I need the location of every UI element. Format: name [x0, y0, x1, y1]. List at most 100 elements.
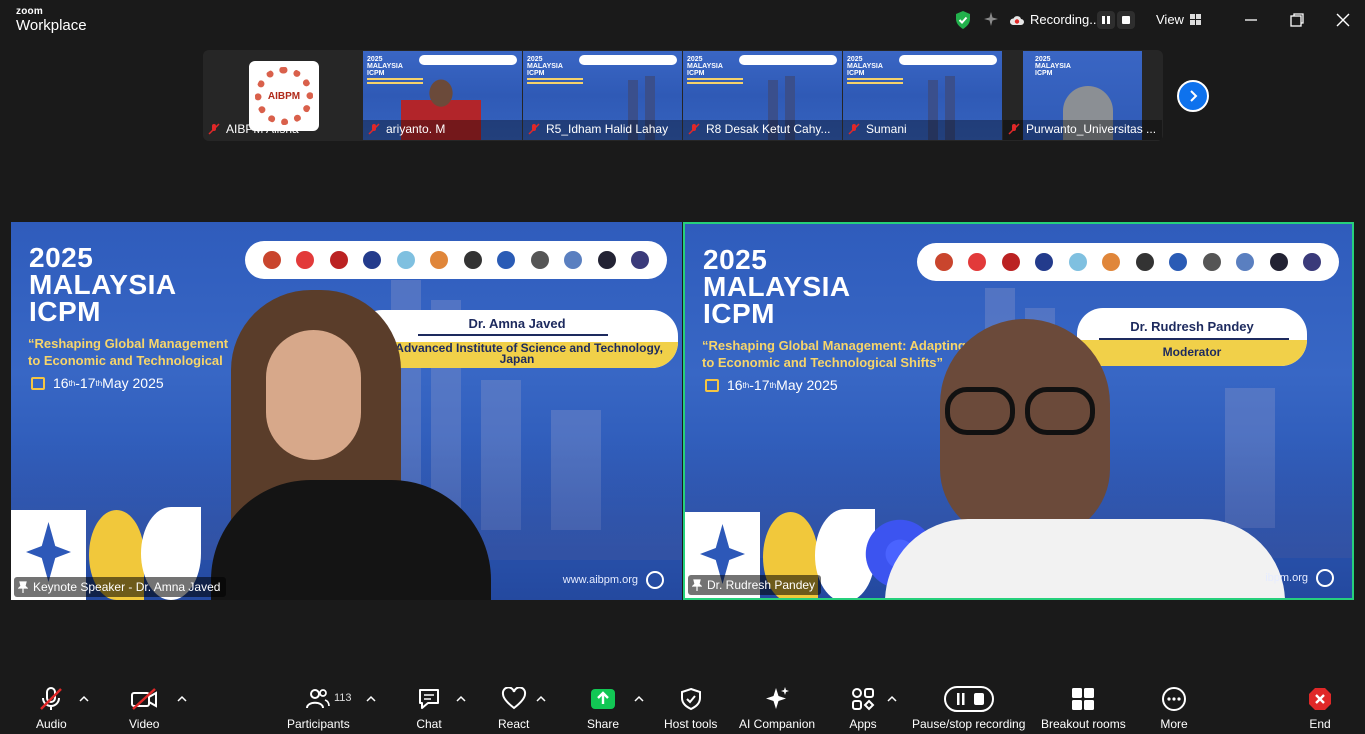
mic-muted-icon	[368, 123, 380, 135]
video-off-icon	[131, 688, 158, 710]
ai-companion-button[interactable]: AI Companion	[739, 686, 815, 731]
view-menu-button[interactable]: View	[1156, 12, 1202, 27]
breakout-rooms-button[interactable]: Breakout rooms	[1041, 686, 1126, 731]
apps-button[interactable]: Apps	[849, 686, 877, 731]
participant-thumbnail[interactable]: 2025 MALAYSIA ICPM Sumani	[843, 51, 1002, 140]
participant-thumbnail[interactable]: 2025 MALAYSIA ICPM R8 Desak Ketut Cahy...	[683, 51, 842, 140]
chevron-up-icon[interactable]	[634, 695, 644, 703]
chevron-up-icon[interactable]	[366, 695, 376, 703]
react-button[interactable]: React	[498, 686, 529, 731]
participant-name: R8 Desak Ketut Cahy...	[688, 122, 831, 136]
slide-title: 2025 MALAYSIA ICPM	[687, 56, 723, 77]
pause-stop-icon	[943, 686, 994, 712]
speaker-tile-active[interactable]: 2025 MALAYSIA ICPM Dr. Rudresh Pandey Mode…	[683, 222, 1354, 600]
share-button[interactable]: Share	[587, 686, 619, 731]
slide-logo-banner	[579, 55, 677, 65]
speaker-name-label: Dr. Rudresh Pandey	[688, 575, 822, 595]
event-dates: 16th - 17th May 2025	[31, 375, 164, 391]
grid-icon	[1189, 14, 1202, 25]
breakout-rooms-icon	[1072, 688, 1095, 710]
more-icon	[1162, 687, 1186, 711]
slide-theme-lines	[687, 78, 745, 88]
title-bar: zoom Workplace Recording... View	[0, 0, 1365, 42]
video-button[interactable]: Video	[129, 686, 159, 731]
next-page-button[interactable]	[1177, 80, 1209, 112]
calendar-icon	[705, 378, 719, 392]
chevron-up-icon[interactable]	[79, 695, 89, 703]
audio-button[interactable]: Audio	[36, 686, 67, 731]
website-url: www.aibpm.org	[562, 574, 638, 586]
brand-small: zoom	[16, 6, 43, 17]
slide-title: 2025 MALAYSIA ICPM	[703, 244, 851, 329]
slide-title: 2025 MALAYSIA ICPM	[527, 56, 563, 77]
sponsor-logos	[245, 241, 667, 279]
cloud-record-icon	[1010, 15, 1024, 25]
website-url: ibpm.org	[1265, 572, 1308, 584]
end-meeting-button[interactable]: End	[1306, 686, 1334, 731]
mic-muted-icon	[848, 123, 860, 135]
chat-button[interactable]: Chat	[415, 686, 443, 731]
participant-video	[191, 290, 491, 600]
slide-title: 2025 MALAYSIA ICPM	[29, 242, 177, 327]
mic-muted-icon	[40, 687, 63, 710]
pause-icon	[1102, 16, 1110, 24]
brand-name: Workplace	[16, 17, 87, 34]
app-logo: zoom Workplace	[16, 6, 87, 34]
chevron-up-icon[interactable]	[536, 695, 546, 703]
mic-muted-icon	[208, 123, 220, 135]
sponsor-logos	[917, 243, 1339, 281]
slide-logo-banner	[739, 55, 837, 65]
participants-icon	[306, 689, 331, 709]
event-dates: 16th - 17th May 2025	[705, 377, 838, 393]
pin-icon	[692, 579, 702, 591]
participant-thumbnail[interactable]: 2025 MALAYSIA ICPM ariyanto. M	[363, 51, 522, 140]
speaker-name-label: Keynote Speaker - Dr. Amna Javed	[14, 577, 227, 597]
meeting-toolbar: Audio Video Participants 113 Chat React …	[0, 680, 1365, 734]
participant-strip: AIBPM AIBPM Alisha 2025 MALAYSIA ICPM ariy…	[203, 50, 1163, 141]
pause-recording-button[interactable]	[1097, 11, 1115, 29]
minimize-icon[interactable]	[1242, 11, 1260, 29]
slide-theme-lines	[527, 78, 585, 88]
chevron-up-icon[interactable]	[887, 695, 897, 703]
stop-icon	[1122, 16, 1130, 24]
participant-thumbnail[interactable]: 2025 MALAYSIA ICPM Purwanto_Universitas ..…	[1003, 51, 1162, 140]
ai-sparkle-icon	[766, 687, 790, 709]
participant-name: Purwanto_Universitas ...	[1008, 122, 1156, 136]
shield-icon	[680, 687, 701, 711]
participant-name: Sumani	[848, 122, 907, 136]
recording-label: Recording...	[1030, 12, 1101, 27]
participant-name: ariyanto. M	[368, 122, 445, 136]
slide-logo-banner	[899, 55, 997, 65]
participants-count: 113	[334, 692, 352, 704]
share-screen-icon	[591, 689, 616, 709]
chevron-up-icon[interactable]	[456, 695, 466, 703]
pause-stop-recording-button[interactable]: Pause/stop recording	[912, 686, 1025, 731]
calendar-icon	[31, 376, 45, 390]
participant-thumbnail[interactable]: 2025 MALAYSIA ICPM R5_Idham Halid Lahay	[523, 51, 682, 140]
shield-check-icon[interactable]	[955, 11, 971, 29]
aibpm-logo: AIBPM	[249, 61, 319, 131]
close-icon[interactable]	[1334, 11, 1352, 29]
restore-icon[interactable]	[1288, 11, 1306, 29]
sparkle-icon[interactable]	[983, 11, 999, 27]
recording-indicator[interactable]: Recording...	[1010, 12, 1100, 27]
mic-muted-icon	[688, 123, 700, 135]
speaker-tile[interactable]: 2025 MALAYSIA ICPM Dr. Amna Javed pan Adva…	[11, 222, 682, 600]
chat-icon	[419, 689, 439, 709]
mic-muted-icon	[1008, 123, 1020, 135]
participant-name: R5_Idham Halid Lahay	[528, 122, 668, 136]
pin-icon	[18, 581, 28, 593]
heart-icon	[501, 687, 526, 710]
end-icon	[1309, 688, 1331, 710]
more-button[interactable]: More	[1160, 686, 1188, 731]
slide-title: 2025 MALAYSIA ICPM	[847, 56, 883, 77]
slide-logo-banner	[419, 55, 517, 65]
participant-name: AIBPM Alisha	[208, 122, 299, 136]
chevron-up-icon[interactable]	[177, 695, 187, 703]
globe-icon	[1316, 569, 1334, 587]
participant-thumbnail[interactable]: AIBPM AIBPM Alisha	[203, 51, 362, 140]
chevron-right-icon	[1190, 90, 1198, 102]
stop-recording-button[interactable]	[1117, 11, 1135, 29]
mic-muted-icon	[528, 123, 540, 135]
host-tools-button[interactable]: Host tools	[664, 686, 717, 731]
